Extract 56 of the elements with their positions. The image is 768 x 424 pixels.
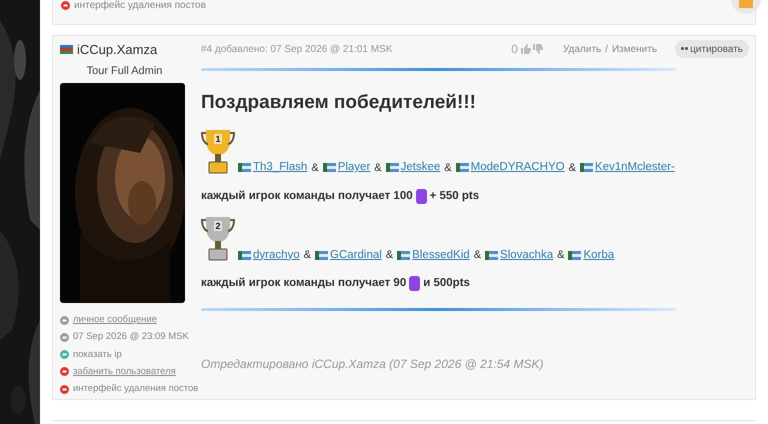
ampersand: &	[444, 160, 452, 176]
thumbs-down-icon[interactable]	[532, 44, 543, 54]
flag-icon	[315, 250, 328, 260]
action-label: интерфейс удаления постов	[73, 382, 198, 396]
separator: /	[605, 42, 608, 56]
action-link[interactable]: забанить пользователя	[73, 364, 176, 379]
flag-icon	[397, 250, 410, 260]
ampersand: &	[304, 248, 312, 263]
edited-note: Отредактировано iCCup.Xamza (07 Sep 2026 @ 21:54 MSK)	[201, 356, 544, 373]
flag-icon	[60, 45, 73, 54]
action-label: 07 Sep 2026 @ 23:09 MSK	[73, 330, 189, 344]
flag-icon	[568, 250, 582, 260]
player-link[interactable]: ModeDYRACHYO	[470, 159, 565, 176]
post-heading: Поздравляем победителей!!!	[201, 91, 477, 115]
flag-icon	[238, 163, 251, 172]
player-link[interactable]: GCardinal	[330, 246, 382, 264]
player-link[interactable]: dyrachyo	[253, 246, 300, 264]
ampersand: &	[474, 248, 482, 263]
delete-link[interactable]: Удалить	[562, 42, 602, 56]
action-label: показать ip	[73, 348, 122, 362]
player-link[interactable]: BlessedKid	[412, 246, 470, 264]
prize-text: и 500pts	[423, 276, 470, 291]
flag-icon	[580, 163, 593, 172]
flag-icon	[238, 250, 251, 260]
player-link[interactable]: Player	[338, 159, 370, 176]
player-link[interactable]: Th3_Flash	[253, 159, 308, 176]
ampersand: &	[568, 160, 576, 176]
player-link[interactable]: Slovachka	[500, 246, 554, 264]
prize-text: каждый игрок команды получает 90	[201, 276, 406, 291]
flag-icon	[322, 163, 336, 172]
ampersand: &	[386, 248, 394, 263]
user-role: Tour Full Admin	[86, 64, 164, 78]
flag-icon	[456, 163, 469, 172]
username[interactable]: iCCup.Xamza	[77, 40, 158, 60]
post-meta: #4 добавлено: 07 Sep 2026 @ 21:01 MSK	[201, 42, 392, 56]
action-label: интерфейс удаления постов	[74, 0, 206, 13]
player-link[interactable]: Kev1nMclester-	[594, 159, 675, 176]
coin-icon	[409, 276, 420, 291]
quote-icon	[681, 46, 688, 52]
quote-button[interactable]: цитировать	[675, 40, 749, 58]
coin-icon	[416, 188, 427, 204]
player-link[interactable]: Korba	[583, 246, 614, 264]
ampersand: &	[374, 160, 382, 176]
rating-count: 0	[511, 41, 518, 58]
flag-icon	[485, 250, 498, 260]
place-number: 1	[214, 134, 222, 144]
prize-text: + 550 pts	[430, 188, 480, 204]
prize-text: каждый игрок команды получает 100	[201, 188, 413, 204]
ampersand: &	[557, 248, 564, 263]
place-number: 2	[214, 220, 222, 231]
thumbs-up-icon[interactable]	[520, 44, 531, 54]
player-link[interactable]: Jetskee	[400, 159, 440, 176]
ampersand: &	[311, 160, 319, 176]
action-link[interactable]: личное сообщение	[73, 313, 157, 328]
edit-link[interactable]: Изменить	[612, 42, 658, 56]
flag-icon	[386, 163, 399, 172]
